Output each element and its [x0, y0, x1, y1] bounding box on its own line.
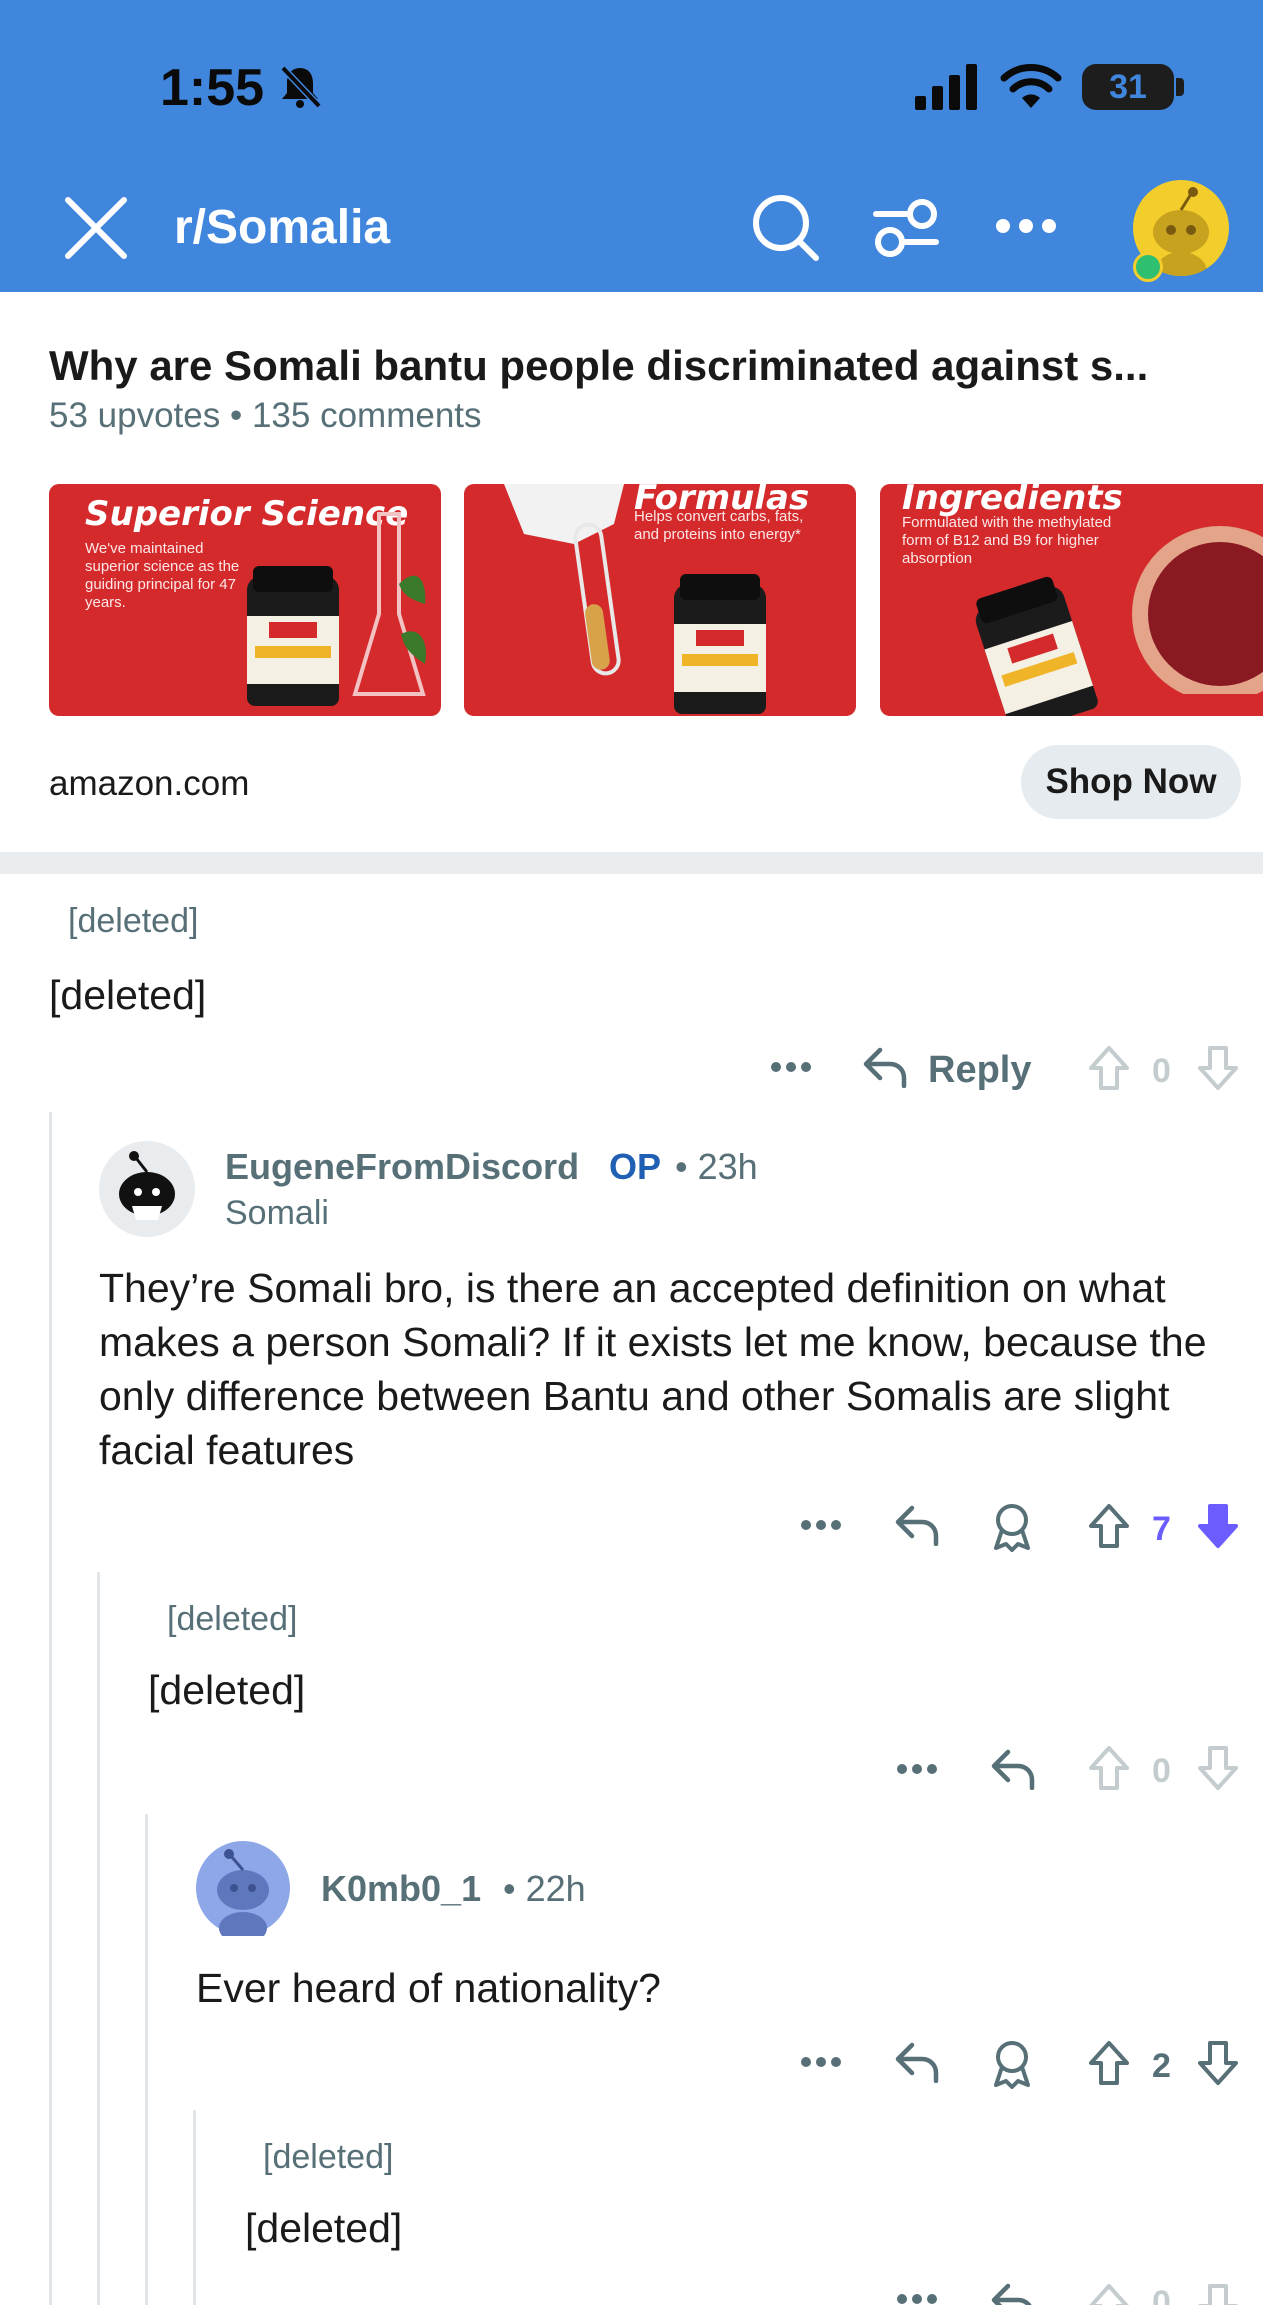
section-divider [0, 852, 1263, 874]
more-icon[interactable] [995, 218, 1057, 234]
subreddit-title[interactable]: r/Somalia [174, 200, 390, 255]
comment-time: • 22h [503, 1868, 586, 1909]
battery-level: 31 [1109, 68, 1147, 106]
filter-icon[interactable] [870, 196, 942, 260]
ad-text: Formulated with the methylated form of B… [902, 514, 1112, 567]
comment-body: [deleted] [49, 972, 207, 1018]
ad-card-2[interactable]: Formulas Helps convert carbs, fats, and … [464, 484, 856, 716]
user-flair: Somali [225, 1194, 329, 1232]
downvote-icon[interactable] [1196, 1744, 1240, 1792]
powder-bowl-image [1132, 526, 1263, 694]
reply-icon[interactable] [862, 1046, 908, 1088]
user-avatar[interactable] [98, 1140, 196, 1238]
more-icon[interactable] [896, 2292, 938, 2306]
award-icon[interactable] [990, 2039, 1034, 2089]
more-icon[interactable] [800, 2055, 842, 2069]
thread-line[interactable] [193, 2110, 196, 2305]
post-meta: 53 upvotes • 135 comments [49, 396, 482, 436]
vote-score: 0 [1152, 2284, 1171, 2305]
comment-author: [deleted] [167, 1600, 298, 1638]
battery-cap [1176, 78, 1184, 96]
user-avatar[interactable] [195, 1840, 291, 1936]
product-bottle-image [674, 574, 766, 714]
upvote-icon[interactable] [1087, 2039, 1131, 2087]
comment-time: • 23h [675, 1146, 758, 1187]
more-icon[interactable] [896, 1762, 938, 1776]
close-icon[interactable] [62, 194, 130, 262]
comment-body: [deleted] [245, 2205, 403, 2251]
status-time: 1:55 [160, 59, 265, 117]
online-status-dot [1133, 252, 1163, 282]
thread-line[interactable] [145, 1814, 148, 2305]
search-icon[interactable] [750, 192, 822, 264]
downvote-icon[interactable] [1196, 1502, 1240, 1550]
comment-author[interactable]: K0mb0_1 [321, 1868, 481, 1910]
comment-time-value: 23h [697, 1146, 758, 1187]
reply-icon[interactable] [990, 1748, 1036, 1790]
ad-card-3[interactable]: Ingredients Formulated with the methylat… [880, 484, 1263, 716]
flask-plant-image [352, 512, 426, 696]
upvote-icon[interactable] [1087, 1502, 1131, 1550]
ad-text: Helps convert carbs, fats, and proteins … [634, 508, 804, 543]
downvote-icon[interactable] [1196, 2039, 1240, 2087]
comment-author: [deleted] [263, 2138, 394, 2176]
comment-author: [deleted] [68, 902, 199, 940]
comment-count: 135 comments [251, 396, 482, 435]
upvote-icon[interactable] [1087, 2282, 1131, 2305]
ad-card-1[interactable]: Superior Science We've maintained superi… [49, 484, 441, 716]
vote-score: 0 [1152, 1052, 1171, 1090]
reply-icon[interactable] [990, 2282, 1036, 2305]
comment-body: They’re Somali bro, is there an accepted… [99, 1265, 1207, 1473]
ad-headline: Ingredients [902, 484, 1123, 518]
post-title[interactable]: Why are Somali bantu people discriminate… [49, 342, 1239, 390]
comment-body: [deleted] [148, 1667, 306, 1713]
upvote-icon[interactable] [1087, 1044, 1131, 1092]
reply-button[interactable]: Reply [928, 1049, 1031, 1092]
upvote-icon[interactable] [1087, 1744, 1131, 1792]
more-icon[interactable] [800, 1518, 842, 1532]
vote-score: 0 [1152, 1752, 1171, 1790]
comment-body: Ever heard of nationality? [196, 1965, 661, 2011]
thread-line[interactable] [97, 1572, 100, 2305]
reply-icon[interactable] [894, 1504, 940, 1546]
more-icon[interactable] [770, 1060, 812, 1074]
thread-line[interactable] [49, 1112, 52, 2305]
test-tube-hand-image [504, 484, 624, 676]
downvote-icon[interactable] [1196, 1044, 1240, 1092]
shop-now-button[interactable]: Shop Now [1021, 745, 1241, 819]
comment-author[interactable]: EugeneFromDiscord [225, 1146, 579, 1188]
downvote-icon[interactable] [1196, 2282, 1240, 2305]
wifi-icon [1000, 64, 1062, 108]
signal-icon [915, 64, 977, 110]
upvote-count: 53 upvotes [49, 396, 221, 435]
op-badge: OP [609, 1146, 662, 1187]
meta-separator: • [229, 396, 252, 435]
vote-score: 7 [1152, 1510, 1171, 1548]
reply-icon[interactable] [894, 2041, 940, 2083]
battery-icon: 31 [1082, 64, 1174, 110]
comment-time-value: 22h [525, 1868, 586, 1909]
product-bottle-image [247, 566, 339, 706]
ad-domain[interactable]: amazon.com [49, 764, 249, 804]
product-bottle-image [972, 575, 1100, 716]
ad-text: We've maintained superior science as the… [85, 540, 240, 611]
silent-mode-icon [280, 65, 322, 109]
vote-score: 2 [1152, 2047, 1171, 2085]
award-icon[interactable] [990, 1502, 1034, 1552]
